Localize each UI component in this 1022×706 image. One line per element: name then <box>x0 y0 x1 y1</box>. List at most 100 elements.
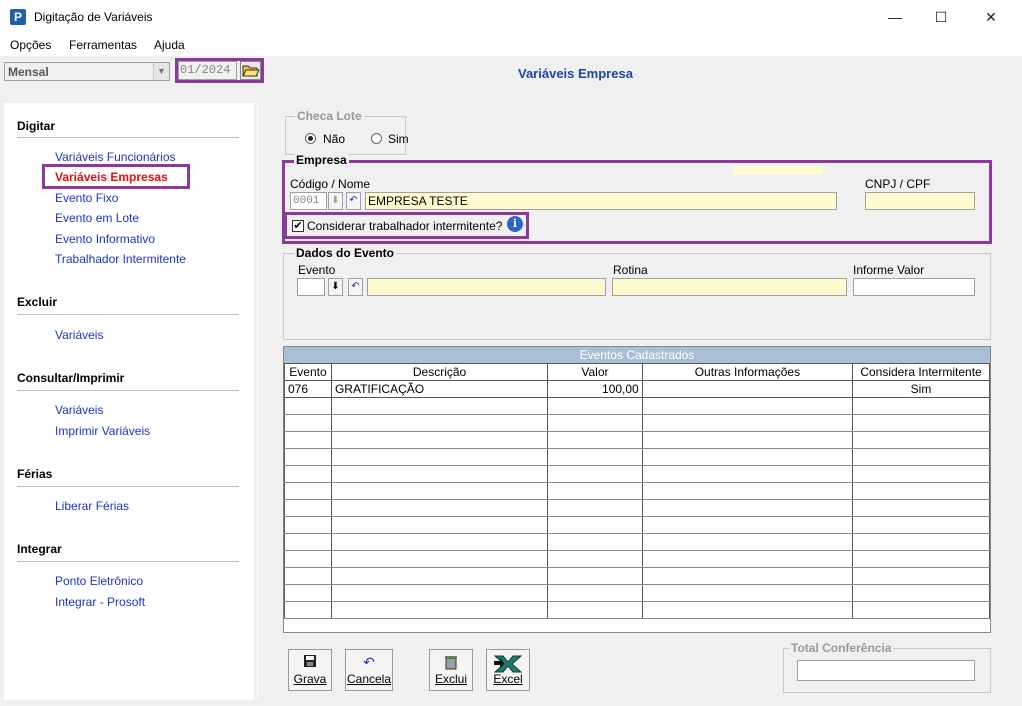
informe-valor-field[interactable] <box>853 278 975 296</box>
app-icon: P <box>10 9 26 25</box>
grid-cell-empty <box>330 414 549 432</box>
table-row-empty[interactable] <box>284 431 990 449</box>
intermitente-checkbox[interactable]: ✔ <box>292 220 304 232</box>
grid-cell-empty <box>284 550 332 568</box>
table-row-empty[interactable] <box>284 550 990 568</box>
table-row-empty[interactable] <box>284 499 990 517</box>
sidebar-item-evento-informativo[interactable]: Evento Informativo <box>55 232 155 246</box>
grid-cell-empty <box>641 601 854 619</box>
grid-cell-empty <box>641 550 854 568</box>
trash-can-icon <box>430 654 472 672</box>
evento-lookup-button[interactable]: ⬇ <box>328 278 343 296</box>
period-input[interactable]: 01/2024 <box>178 61 237 80</box>
menu-opcoes[interactable]: Opções <box>10 38 51 52</box>
cnpj-field[interactable] <box>865 192 975 210</box>
table-row-empty[interactable] <box>284 448 990 466</box>
column-header-outras-informacoes[interactable]: Outras Informações <box>641 363 854 381</box>
grid-cell-empty <box>330 448 549 466</box>
chevron-down-icon[interactable]: ▼ <box>153 63 169 80</box>
grid-cell-empty <box>284 584 332 602</box>
grid-cell-empty <box>852 397 990 415</box>
excel-export-icon <box>487 652 529 673</box>
codigo-field[interactable]: 0001 <box>290 192 327 210</box>
column-header-considera-intermitente[interactable]: Considera Intermitente <box>852 363 990 381</box>
grid-cell-empty <box>852 431 990 449</box>
total-conferencia-field[interactable] <box>797 660 975 681</box>
menu-ajuda[interactable]: Ajuda <box>154 38 185 52</box>
grid-cell-empty <box>852 465 990 483</box>
sidebar-item-evento-em-lote[interactable]: Evento em Lote <box>55 211 139 225</box>
grid-cell-empty <box>852 499 990 517</box>
eventos-grid[interactable]: Eventos Cadastrados Evento Descrição Val… <box>283 346 991 633</box>
nome-field[interactable]: EMPRESA TESTE <box>365 192 837 210</box>
menu-ferramentas[interactable]: Ferramentas <box>69 38 137 52</box>
rotina-field[interactable] <box>612 278 847 296</box>
radio-nao[interactable] <box>305 133 316 144</box>
table-row-empty[interactable] <box>284 533 990 551</box>
grid-cell-empty <box>330 567 549 585</box>
grid-cell-empty <box>284 448 332 466</box>
column-header-evento[interactable]: Evento <box>284 363 332 381</box>
sidebar-item-imprimir-variaveis[interactable]: Imprimir Variáveis <box>55 424 150 438</box>
evento-descricao-field[interactable] <box>367 278 606 296</box>
table-row-empty[interactable] <box>284 482 990 500</box>
divider <box>17 486 239 487</box>
sidebar-item-ponto-eletronico[interactable]: Ponto Eletrônico <box>55 574 143 588</box>
exclui-button[interactable]: Exclui <box>429 649 473 691</box>
table-row[interactable]: 076 GRATIFICAÇÃO 100,00 Sim <box>284 380 990 398</box>
grid-cell-empty <box>284 567 332 585</box>
sidebar-item-excluir-variaveis[interactable]: Variáveis <box>55 328 103 342</box>
table-row-empty[interactable] <box>284 397 990 415</box>
sidebar-item-consultar-variaveis[interactable]: Variáveis <box>55 403 103 417</box>
table-row-empty[interactable] <box>284 465 990 483</box>
grid-cell-empty <box>284 601 332 619</box>
table-row-empty[interactable] <box>284 414 990 432</box>
grid-cell-empty <box>284 397 332 415</box>
grid-cell-empty <box>547 584 643 602</box>
grid-cell-empty <box>330 601 549 619</box>
radio-sim[interactable] <box>371 133 382 144</box>
grid-cell-empty <box>547 414 643 432</box>
table-row-empty[interactable] <box>284 567 990 585</box>
grid-cell-empty <box>641 482 854 500</box>
sidebar-item-liberar-ferias[interactable]: Liberar Férias <box>55 499 129 513</box>
evento-undo-button[interactable]: ↶ <box>348 278 363 296</box>
close-button[interactable]: ✕ <box>968 0 1014 34</box>
period-type-value: Mensal <box>8 65 49 79</box>
grava-button[interactable]: Grava <box>288 649 332 691</box>
cnpj-label: CNPJ / CPF <box>865 177 931 191</box>
grava-label: Grava <box>293 672 327 686</box>
codigo-lookup-button[interactable]: ⬇ <box>328 192 343 210</box>
minimize-button[interactable]: — <box>872 0 918 34</box>
undo-icon: ↶ <box>349 195 358 206</box>
table-row-empty[interactable] <box>284 584 990 602</box>
table-row-empty[interactable] <box>284 601 990 619</box>
sidebar-item-trabalhador-intermitente[interactable]: Trabalhador Intermitente <box>55 252 186 266</box>
sidebar-item-evento-fixo[interactable]: Evento Fixo <box>55 191 118 205</box>
info-icon[interactable]: i <box>507 216 523 232</box>
grid-cell-empty <box>641 584 854 602</box>
table-row-empty[interactable] <box>284 516 990 534</box>
grid-cell-empty <box>330 397 549 415</box>
excel-button[interactable]: Excel <box>486 649 530 691</box>
download-arrow-icon: ⬇ <box>331 195 340 206</box>
column-header-descricao[interactable]: Descrição <box>330 363 549 381</box>
column-header-valor[interactable]: Valor <box>547 363 643 381</box>
evento-field[interactable] <box>297 278 325 296</box>
download-arrow-icon: ⬇ <box>331 281 340 292</box>
grid-cell-empty <box>284 499 332 517</box>
grid-cell-empty <box>330 584 549 602</box>
radio-sim-label: Sim <box>388 132 409 146</box>
codigo-undo-button[interactable]: ↶ <box>346 192 361 210</box>
sidebar-item-variaveis-funcionarios[interactable]: Variáveis Funcionários <box>55 150 176 164</box>
maximize-button[interactable]: ☐ <box>918 0 964 34</box>
grid-cell-empty <box>852 448 990 466</box>
cancela-button[interactable]: ↶ Cancela <box>345 649 393 691</box>
empresa-legend: Empresa <box>294 153 349 167</box>
sidebar-section-excluir: Excluir <box>17 295 58 309</box>
grid-cell-empty <box>330 482 549 500</box>
sidebar-item-integrar-prosoft[interactable]: Integrar - Prosoft <box>55 595 145 609</box>
open-folder-button[interactable] <box>240 61 261 80</box>
intermitente-label: Considerar trabalhador intermitente? <box>307 219 503 233</box>
period-type-select[interactable]: Mensal ▼ <box>4 62 170 81</box>
